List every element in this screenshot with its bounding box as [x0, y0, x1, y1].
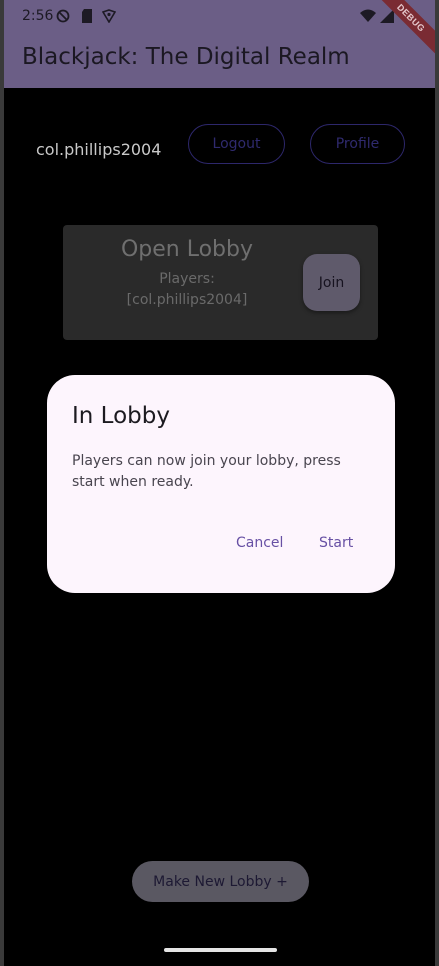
logout-button[interactable]: Logout — [188, 124, 285, 164]
players-label: Players: — [159, 271, 215, 287]
username-label: col.phillips2004 — [36, 140, 162, 159]
profile-button[interactable]: Profile — [310, 124, 405, 164]
sd-card-icon — [81, 9, 93, 26]
vpn-shield-icon — [101, 9, 117, 26]
app-title: Blackjack: The Digital Realm — [22, 44, 350, 70]
join-button[interactable]: Join — [303, 254, 360, 311]
lobby-players: Players: [col.phillips2004] — [63, 269, 311, 311]
lobby-title: Open Lobby — [120, 237, 254, 262]
phone-screen: 2:56 Blackjack: The Digital Realm DEBUG … — [4, 0, 435, 966]
dialog-message: Players can now join your lobby, press s… — [72, 453, 341, 490]
players-list: [col.phillips2004] — [126, 292, 248, 308]
cancel-button[interactable]: Cancel — [236, 533, 283, 553]
block-icon — [56, 9, 70, 26]
dialog-title: In Lobby — [72, 403, 170, 429]
make-new-lobby-button[interactable]: Make New Lobby + — [132, 861, 309, 902]
wifi-icon — [360, 9, 376, 26]
home-indicator[interactable] — [164, 948, 277, 952]
lobby-card: Open Lobby Players: [col.phillips2004] J… — [63, 225, 378, 340]
in-lobby-dialog: In Lobby Players can now join your lobby… — [47, 375, 395, 593]
start-button[interactable]: Start — [319, 533, 353, 553]
status-bar: 2:56 — [4, 0, 435, 32]
app-header: 2:56 Blackjack: The Digital Realm DEBUG — [4, 0, 435, 88]
signal-icon — [380, 9, 394, 26]
status-time: 2:56 — [22, 8, 54, 24]
